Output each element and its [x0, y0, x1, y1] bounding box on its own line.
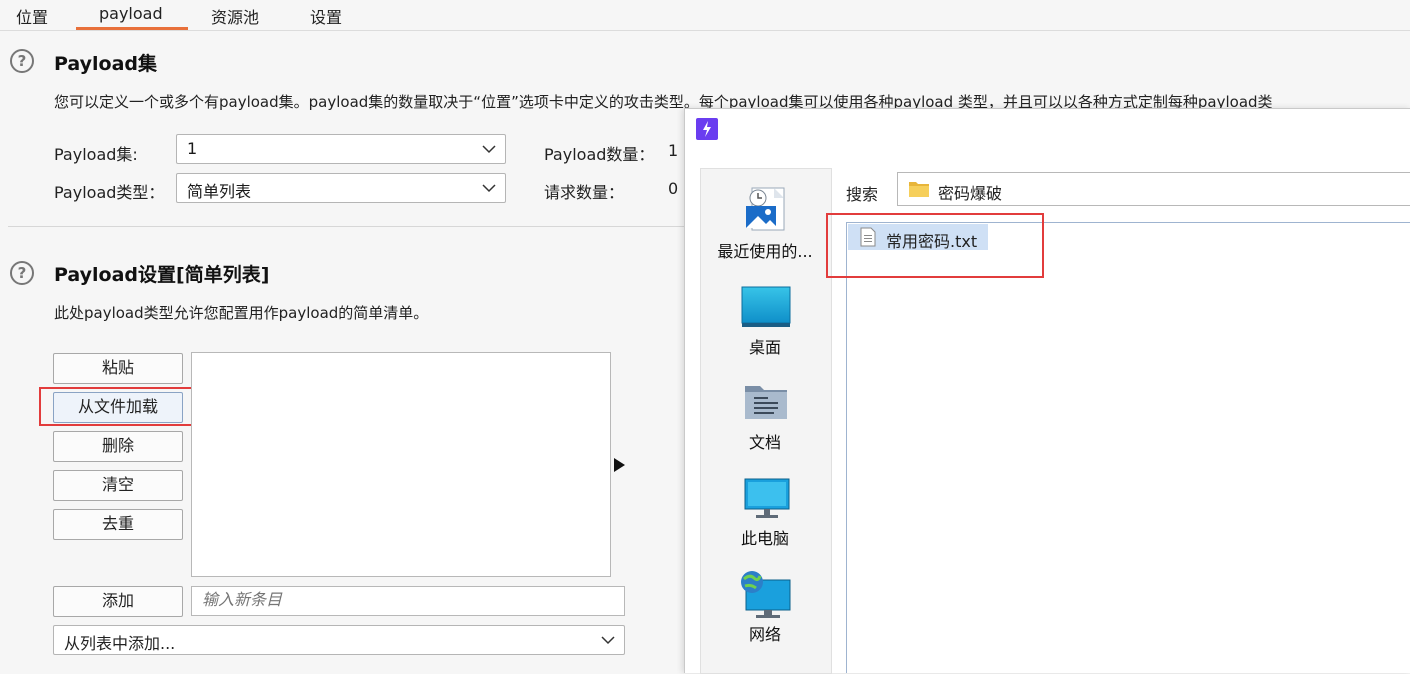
recent-icon[interactable]: [744, 186, 790, 232]
payload-set-value: 1: [187, 139, 198, 158]
remove-button[interactable]: 删除: [53, 431, 183, 462]
desktop-icon[interactable]: [741, 286, 791, 328]
network-icon[interactable]: [740, 570, 792, 620]
payload-count-value: 1: [668, 141, 679, 160]
place-recent-label[interactable]: 最近使用的...: [700, 238, 830, 262]
chevron-down-icon: [482, 184, 496, 193]
folder-location-box[interactable]: 密码爆破: [897, 172, 1410, 206]
highlight-box: [39, 387, 204, 426]
chevron-down-icon: [601, 636, 615, 645]
place-network-label[interactable]: 网络: [700, 621, 830, 645]
payload-type-select[interactable]: 简单列表: [176, 173, 506, 203]
payload-settings-title: Payload设置[简单列表]: [54, 264, 270, 286]
place-desktop-label[interactable]: 桌面: [700, 334, 830, 358]
place-computer-label[interactable]: 此电脑: [700, 525, 830, 549]
payload-count-label: Payload数量：: [544, 145, 655, 164]
tab-settings[interactable]: 设置: [310, 4, 342, 28]
help-icon[interactable]: ?: [10, 261, 34, 285]
paste-button[interactable]: 粘贴: [53, 353, 183, 384]
folder-icon: [909, 182, 929, 197]
tab-positions[interactable]: 位置: [16, 4, 48, 28]
request-count-value: 0: [668, 179, 679, 198]
file-list[interactable]: [846, 222, 1410, 673]
computer-icon[interactable]: [744, 478, 790, 520]
app-icon: [696, 118, 718, 140]
chevron-down-icon: [482, 145, 496, 154]
payload-list[interactable]: [191, 352, 611, 577]
place-documents-label[interactable]: 文档: [700, 429, 830, 453]
search-label: 搜索: [846, 185, 879, 204]
highlight-box: [826, 213, 1044, 278]
add-button[interactable]: 添加: [53, 586, 183, 617]
clear-button[interactable]: 清空: [53, 470, 183, 501]
payload-set-label: Payload集:: [54, 145, 138, 164]
add-from-list-select[interactable]: 从列表中添加...: [53, 625, 625, 655]
caret-right-icon: [614, 458, 625, 472]
request-count-label: 请求数量：: [544, 183, 625, 202]
payload-sets-title: Payload集: [54, 53, 158, 75]
add-from-list-label: 从列表中添加...: [64, 634, 176, 653]
payload-set-select[interactable]: 1: [176, 134, 506, 164]
documents-icon[interactable]: [744, 382, 788, 420]
active-tab-indicator: [76, 27, 188, 30]
new-item-input[interactable]: [191, 586, 625, 616]
deduplicate-button[interactable]: 去重: [53, 509, 183, 540]
payload-type-value: 简单列表: [187, 182, 252, 201]
help-icon[interactable]: ?: [10, 49, 34, 73]
payload-type-label: Payload类型：: [54, 183, 165, 202]
tab-payload[interactable]: payload: [99, 4, 163, 23]
folder-name: 密码爆破: [938, 184, 1003, 203]
payload-settings-description: 此处payload类型允许您配置用作payload的简单清单。: [54, 304, 429, 322]
section-divider: [8, 226, 684, 227]
tab-resource-pool[interactable]: 资源池: [211, 4, 259, 28]
